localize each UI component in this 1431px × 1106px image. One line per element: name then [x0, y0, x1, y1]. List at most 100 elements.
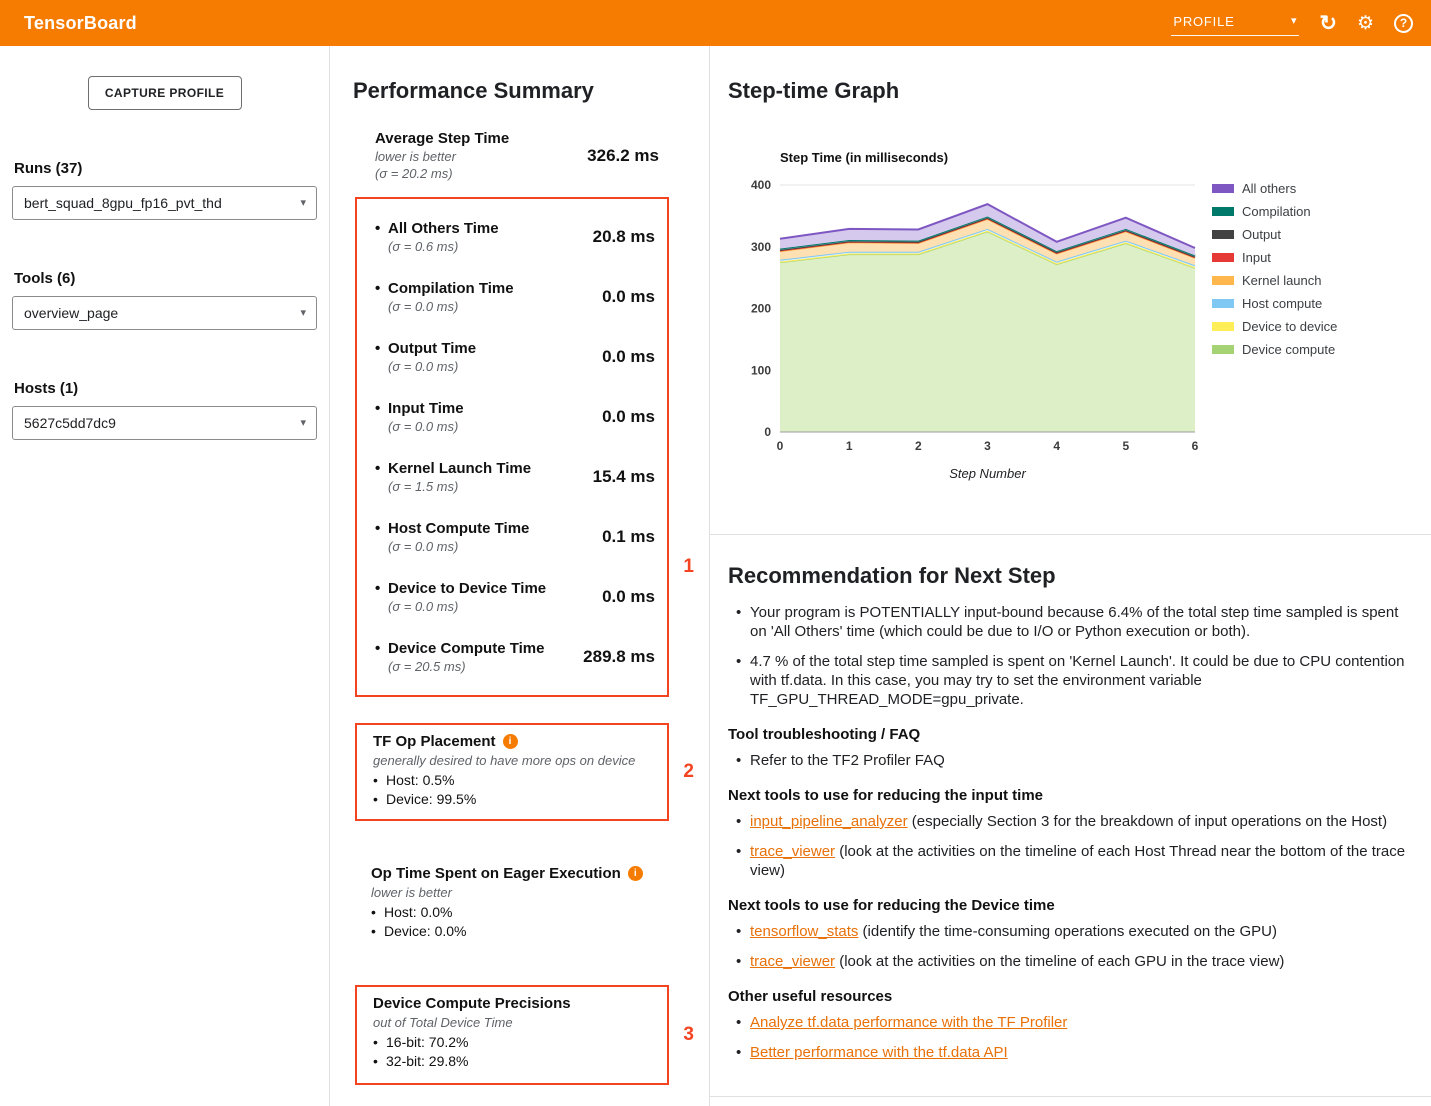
- metric-label: Output Time: [388, 340, 476, 357]
- recommendation-bullet: Better performance with the tf.data API: [750, 1043, 1417, 1062]
- section-heading-device-time: Next tools to use for reducing the Devic…: [728, 897, 1417, 914]
- tensorboard-app: TensorBoard PROFILE ▾ ↻ ⚙ ? CAPTURE PROF…: [0, 0, 1431, 1106]
- device-time-list: tensorflow_stats (identify the time-cons…: [728, 922, 1417, 971]
- chart-legend: All othersCompilationOutputInputKernel l…: [1212, 181, 1337, 365]
- faq-list: Refer to the TF2 Profiler FAQ: [728, 751, 1417, 770]
- tf-op-placement-device: Device: 99.5%: [373, 790, 655, 809]
- tools-select[interactable]: overview_page ▾: [12, 296, 317, 330]
- legend-label: All others: [1242, 181, 1296, 196]
- legend-swatch: [1212, 184, 1234, 193]
- legend-item-output: Output: [1212, 227, 1337, 242]
- recommendation-title: Recommendation for Next Step: [728, 563, 1417, 589]
- performance-summary-panel: Performance Summary Average Step Time lo…: [330, 46, 710, 1106]
- metric-value: 0.1 ms: [602, 527, 655, 547]
- hosts-control: Hosts (1) 5627c5dd7dc9 ▾: [12, 380, 317, 440]
- x-tick-label: 1: [846, 439, 853, 453]
- legend-item-kernel-launch: Kernel launch: [1212, 273, 1337, 288]
- info-icon[interactable]: i: [503, 734, 518, 749]
- settings-icon[interactable]: ⚙: [1357, 14, 1374, 33]
- recommendation-intro-list: Your program is POTENTIALLY input-bound …: [728, 603, 1417, 709]
- section-heading-faq: Tool troubleshooting / FAQ: [728, 726, 1417, 743]
- y-tick-label: 0: [764, 425, 771, 439]
- tf-op-placement-title: TF Op Placement: [373, 733, 496, 750]
- legend-swatch: [1212, 230, 1234, 239]
- legend-swatch: [1212, 276, 1234, 285]
- metric-sigma: (σ = 1.5 ms): [388, 479, 531, 494]
- metric-sigma: (σ = 0.0 ms): [388, 419, 464, 434]
- section-heading-resources: Other useful resources: [728, 988, 1417, 1005]
- metric-value: 289.8 ms: [583, 647, 655, 667]
- annotation-box-2: TF Op Placement i generally desired to h…: [355, 723, 669, 821]
- metric-row: Kernel Launch Time (σ = 1.5 ms) 15.4 ms: [375, 447, 655, 507]
- capture-profile-button[interactable]: CAPTURE PROFILE: [88, 76, 242, 110]
- legend-item-compilation: Compilation: [1212, 204, 1337, 219]
- metric-value: 0.0 ms: [602, 407, 655, 427]
- refresh-icon[interactable]: ↻: [1319, 13, 1337, 34]
- legend-swatch: [1212, 322, 1234, 331]
- trace-viewer-link[interactable]: trace_viewer: [750, 843, 835, 860]
- metric-row: Device Compute Time (σ = 20.5 ms) 289.8 …: [375, 627, 655, 687]
- x-tick-label: 5: [1122, 439, 1129, 453]
- legend-label: Kernel launch: [1242, 273, 1322, 288]
- legend-swatch: [1212, 253, 1234, 262]
- app-header: TensorBoard PROFILE ▾ ↻ ⚙ ?: [0, 0, 1431, 46]
- tools-select-value: overview_page: [24, 305, 118, 321]
- metric-value: 326.2 ms: [587, 146, 659, 166]
- dashboard-select-value: PROFILE: [1173, 14, 1234, 29]
- app-title: TensorBoard: [24, 13, 137, 34]
- tfdata-performance-link[interactable]: Analyze tf.data performance with the TF …: [750, 1014, 1067, 1031]
- runs-control: Runs (37) bert_squad_8gpu_fp16_pvt_thd ▾: [12, 160, 317, 220]
- metric-sigma: (σ = 0.0 ms): [388, 599, 546, 614]
- tools-control: Tools (6) overview_page ▾: [12, 270, 317, 330]
- tools-label: Tools (6): [14, 270, 317, 287]
- eager-subtitle: lower is better: [371, 885, 709, 900]
- precisions-subtitle: out of Total Device Time: [373, 1015, 655, 1030]
- recommendation-bullet: Analyze tf.data performance with the TF …: [750, 1013, 1417, 1032]
- metric-row: Host Compute Time (σ = 0.0 ms) 0.1 ms: [375, 507, 655, 567]
- runs-select-value: bert_squad_8gpu_fp16_pvt_thd: [24, 195, 222, 211]
- metric-row: Compilation Time (σ = 0.0 ms) 0.0 ms: [375, 267, 655, 327]
- caret-down-icon: ▾: [300, 198, 306, 209]
- step-time-chart: 01002003004000123456: [728, 173, 1198, 456]
- tf-op-placement-subtitle: generally desired to have more ops on de…: [373, 753, 655, 768]
- annotation-box-3: Device Compute Precisions out of Total D…: [355, 985, 669, 1085]
- metric-sigma: (σ = 0.0 ms): [388, 539, 529, 554]
- legend-swatch: [1212, 299, 1234, 308]
- precisions-title: Device Compute Precisions: [373, 995, 571, 1012]
- eager-device: Device: 0.0%: [371, 922, 709, 941]
- recommendation-bullet: tensorflow_stats (identify the time-cons…: [750, 922, 1417, 941]
- input-pipeline-analyzer-link[interactable]: input_pipeline_analyzer: [750, 813, 908, 830]
- legend-swatch: [1212, 345, 1234, 354]
- metric-label: Input Time: [388, 400, 464, 417]
- tensorflow-stats-link[interactable]: tensorflow_stats: [750, 923, 858, 940]
- x-tick-label: 4: [1053, 439, 1060, 453]
- metric-label: Kernel Launch Time: [388, 460, 531, 477]
- tfdata-api-link[interactable]: Better performance with the tf.data API: [750, 1044, 1008, 1061]
- bullet-text: (look at the activities on the timeline …: [835, 953, 1284, 970]
- metric-sigma: (σ = 0.0 ms): [388, 359, 476, 374]
- metric-label: Average Step Time: [375, 130, 509, 147]
- help-icon[interactable]: ?: [1394, 14, 1413, 33]
- legend-item-all-others: All others: [1212, 181, 1337, 196]
- metric-value: 20.8 ms: [593, 227, 655, 247]
- legend-label: Device compute: [1242, 342, 1335, 357]
- performance-summary-title: Performance Summary: [353, 78, 709, 104]
- metric-label: Host Compute Time: [388, 520, 529, 537]
- y-tick-label: 200: [751, 302, 771, 316]
- hosts-select[interactable]: 5627c5dd7dc9 ▾: [12, 406, 317, 440]
- metric-value: 15.4 ms: [593, 467, 655, 487]
- metric-sigma: (σ = 20.5 ms): [388, 659, 544, 674]
- hosts-select-value: 5627c5dd7dc9: [24, 415, 116, 431]
- metric-note: lower is better: [375, 149, 509, 164]
- recommendation-bullet: trace_viewer (look at the activities on …: [750, 952, 1417, 971]
- right-panel: Step-time Graph Step Time (in millisecon…: [710, 46, 1431, 1106]
- dashboard-select[interactable]: PROFILE ▾: [1171, 11, 1299, 36]
- metric-value: 0.0 ms: [602, 347, 655, 367]
- info-icon[interactable]: i: [628, 866, 643, 881]
- recommendation-bullet: Refer to the TF2 Profiler FAQ: [750, 751, 1417, 770]
- legend-label: Host compute: [1242, 296, 1322, 311]
- trace-viewer-link[interactable]: trace_viewer: [750, 953, 835, 970]
- runs-select[interactable]: bert_squad_8gpu_fp16_pvt_thd ▾: [12, 186, 317, 220]
- step-time-graph-title: Step-time Graph: [728, 78, 1431, 104]
- recommendation-card: Recommendation for Next Step Your progra…: [710, 535, 1431, 1097]
